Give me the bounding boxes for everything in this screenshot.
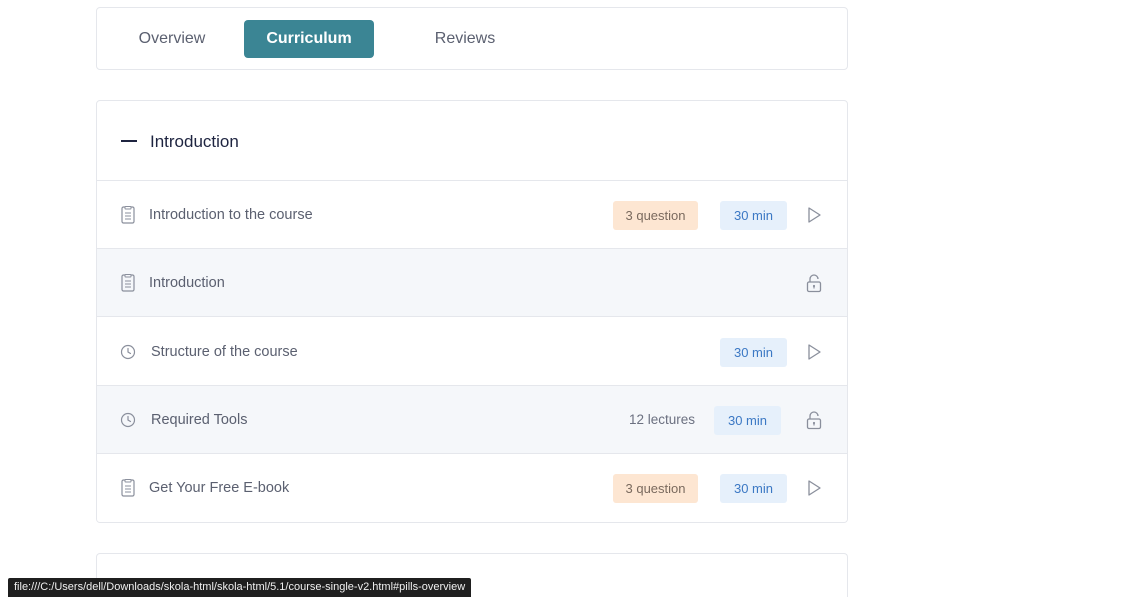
play-icon[interactable] (805, 478, 823, 498)
document-icon (121, 274, 135, 292)
document-icon (121, 479, 135, 497)
collapse-icon[interactable] (121, 140, 137, 142)
duration-badge: 30 min (714, 406, 781, 435)
lesson-row[interactable]: Get Your Free E-book 3 question 30 min (97, 454, 847, 522)
play-icon[interactable] (805, 342, 823, 362)
lesson-title[interactable]: Structure of the course (151, 342, 298, 362)
curriculum-section: Introduction Introduction to the course … (96, 100, 848, 523)
section-header[interactable]: Introduction (97, 101, 847, 181)
document-icon (121, 206, 135, 224)
tab-curriculum[interactable]: Curriculum (244, 20, 374, 58)
lesson-row[interactable]: Structure of the course 30 min (97, 318, 847, 386)
lock-icon[interactable] (805, 273, 823, 293)
duration-badge: 30 min (720, 201, 787, 230)
lesson-row[interactable]: Required Tools 12 lectures 30 min (97, 386, 847, 454)
lesson-title[interactable]: Required Tools (151, 410, 247, 430)
play-icon[interactable] (805, 205, 823, 225)
lesson-title[interactable]: Introduction (149, 273, 225, 293)
section-title: Introduction (150, 132, 239, 151)
duration-badge: 30 min (720, 474, 787, 503)
lesson-title[interactable]: Get Your Free E-book (149, 478, 289, 498)
lock-icon[interactable] (805, 410, 823, 430)
duration-badge: 30 min (720, 338, 787, 367)
lesson-row[interactable]: Introduction (97, 249, 847, 317)
status-bar-url: file:///C:/Users/dell/Downloads/skola-ht… (8, 578, 472, 597)
clock-icon (120, 412, 136, 428)
tab-overview[interactable]: Overview (113, 20, 231, 58)
lecture-count: 12 lectures (628, 412, 695, 427)
question-badge: 3 question (613, 474, 698, 503)
course-tabs: Overview Curriculum Reviews (96, 7, 848, 70)
clock-icon (120, 344, 136, 360)
lesson-title[interactable]: Introduction to the course (149, 205, 313, 225)
lesson-row[interactable]: Introduction to the course 3 question 30… (97, 181, 847, 249)
tab-reviews[interactable]: Reviews (405, 20, 525, 58)
question-badge: 3 question (613, 201, 698, 230)
